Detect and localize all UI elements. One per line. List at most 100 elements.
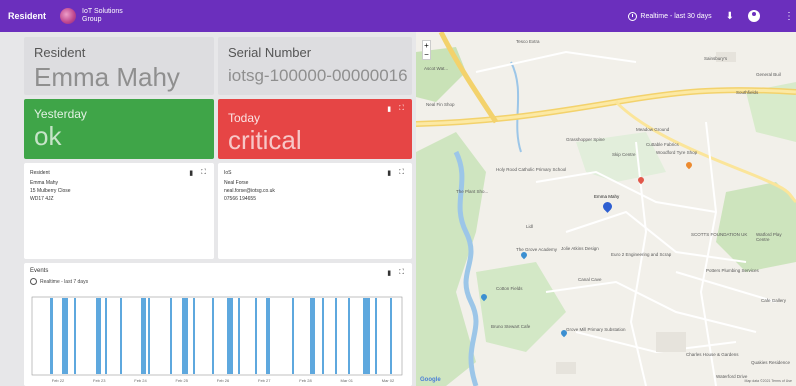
event-band bbox=[193, 298, 195, 374]
zoom-out-button[interactable]: − bbox=[423, 50, 430, 59]
resident-name: Emma Mahy bbox=[34, 62, 180, 92]
app-header: Resident IoT Solutions Group Realtime - … bbox=[0, 0, 796, 32]
event-band bbox=[363, 298, 370, 374]
brand-line2: Group bbox=[82, 16, 102, 23]
x-tick-label: Mar 01 bbox=[341, 378, 354, 383]
resident-card: Resident Emma Mahy bbox=[24, 37, 214, 95]
more-vert-icon[interactable]: ⋮ bbox=[784, 11, 794, 22]
x-tick-label: Feb 25 bbox=[176, 378, 189, 383]
resident-label: Resident bbox=[34, 45, 86, 60]
fullscreen-icon[interactable]: ⛶ bbox=[399, 269, 404, 277]
map-view[interactable]: + − Ascot Wat... Tesco Extra Neal Fin Sh… bbox=[416, 32, 796, 386]
event-band bbox=[120, 298, 122, 374]
clock-icon bbox=[628, 11, 638, 21]
map-label: Woodford Tyre Shop bbox=[656, 150, 698, 155]
events-chart: Feb 22 Feb 23 Feb 24 Feb 25 Feb 26 Feb 27 Feb … bbox=[31, 296, 403, 383]
timerange-label: Realtime - last 30 days bbox=[640, 12, 712, 20]
map-label: Grasshopper Spine bbox=[566, 137, 605, 142]
map-label: Cafe Gallery bbox=[761, 298, 787, 303]
event-band bbox=[348, 298, 350, 374]
map-label: Cuttable Fabrics bbox=[646, 142, 679, 147]
x-tick-label: Feb 23 bbox=[93, 378, 106, 383]
map-label: Grove Mill Primary Substation bbox=[566, 327, 626, 332]
fullscreen-icon[interactable]: ⛶ bbox=[399, 169, 404, 177]
brand-line1: IoT Solutions bbox=[82, 8, 123, 15]
map-label: Charles House & Gardens bbox=[686, 352, 739, 357]
serial-number: iotsg-100000-00000016 bbox=[228, 66, 408, 85]
event-band bbox=[310, 298, 315, 374]
event-band bbox=[255, 298, 257, 374]
map-label: Potters Plumbing Services bbox=[706, 268, 759, 273]
resident-details-title: Resident bbox=[30, 170, 50, 176]
timerange-selector[interactable]: Realtime - last 30 days bbox=[628, 11, 712, 21]
export-icon[interactable]: ▮ bbox=[387, 169, 391, 177]
brand-logo[interactable]: IoT Solutions Group bbox=[60, 8, 123, 24]
event-band bbox=[105, 298, 107, 374]
x-tick-label: Mar 02 bbox=[382, 378, 395, 383]
map-label: Sainsbury's bbox=[704, 56, 728, 61]
x-tick-label: Feb 22 bbox=[52, 378, 65, 383]
today-status: critical bbox=[228, 125, 302, 155]
yesterday-label: Yesterday bbox=[34, 107, 87, 121]
event-band bbox=[50, 298, 53, 374]
yesterday-card: Yesterday ok bbox=[24, 99, 214, 159]
map-label: The Plant Sho... bbox=[456, 189, 489, 194]
map-label: Euro 2 Engineering and Scrap bbox=[611, 252, 672, 257]
events-card: ▮ ⛶ Events Realtime - last 7 days Feb 22… bbox=[24, 263, 412, 386]
logo-icon bbox=[60, 8, 77, 24]
map-label: Ascot Wat... bbox=[424, 66, 449, 71]
resident-detail-line: Emma Mahy bbox=[30, 180, 59, 186]
map-label: Meadow Ground bbox=[636, 127, 670, 132]
serial-card: Serial Number iotsg-100000-00000016 bbox=[218, 37, 412, 95]
events-timerange[interactable]: Realtime - last 7 days bbox=[30, 278, 406, 285]
contact-email[interactable]: neal.forse@iotsg.co.uk bbox=[224, 187, 406, 195]
resident-details-card: ▮ ⛶ Resident Emma Mahy 15 Mulberry Close… bbox=[24, 163, 214, 259]
map-label: General Buil bbox=[756, 72, 781, 77]
export-icon[interactable]: ▮ bbox=[387, 269, 391, 277]
x-tick-label: Feb 26 bbox=[217, 378, 230, 383]
account-icon[interactable] bbox=[748, 10, 760, 22]
map-label: Waterford Drive bbox=[716, 374, 748, 379]
today-label: Today bbox=[228, 111, 261, 125]
contact-phone: 07566 194655 bbox=[224, 196, 256, 202]
zoom-in-button[interactable]: + bbox=[423, 41, 430, 50]
map-label: Neal Fin Shop bbox=[426, 102, 455, 107]
event-band bbox=[292, 298, 294, 374]
map-zoom-control: + − bbox=[422, 40, 431, 60]
events-title: Events bbox=[30, 268, 49, 274]
map-label: Southfields bbox=[736, 90, 759, 95]
event-band bbox=[322, 298, 324, 374]
event-band bbox=[375, 298, 377, 374]
event-band bbox=[182, 298, 188, 374]
event-band bbox=[212, 298, 214, 374]
map-label: Canal Cave bbox=[578, 277, 602, 282]
event-band bbox=[335, 298, 337, 374]
map-terms[interactable]: Map data ©2021 Terms of Use bbox=[745, 379, 792, 383]
x-tick-label: Feb 27 bbox=[258, 378, 271, 383]
resident-detail-line: 15 Mulberry Close bbox=[30, 188, 71, 194]
event-band bbox=[141, 298, 146, 374]
page-title: Resident bbox=[8, 11, 47, 21]
clock-icon bbox=[30, 278, 37, 285]
map-label: Tesco Extra bbox=[516, 39, 540, 44]
map-label: SCOTTS FOUNDATION UK bbox=[691, 232, 748, 237]
export-icon[interactable]: ▮ bbox=[189, 169, 193, 177]
fullscreen-icon[interactable]: ⛶ bbox=[201, 169, 206, 177]
contact-details-title: IoS bbox=[224, 170, 232, 176]
event-band bbox=[227, 298, 233, 374]
download-icon[interactable]: ⬇ bbox=[726, 11, 734, 22]
map-label: Emma Mahy bbox=[594, 194, 620, 199]
map-label: Quakies Residence bbox=[751, 360, 791, 365]
event-band bbox=[170, 298, 172, 374]
contact-details-card: ▮ ⛶ IoS Neal Forse neal.forse@iotsg.co.u… bbox=[218, 163, 412, 259]
map-label: Cotton Fields bbox=[496, 286, 523, 291]
serial-label: Serial Number bbox=[228, 45, 312, 60]
map-label: Jolie Atkins Design bbox=[561, 246, 599, 251]
event-band bbox=[148, 298, 150, 374]
event-band bbox=[96, 298, 101, 374]
yesterday-status: ok bbox=[34, 121, 62, 151]
map-label: Bruno Stewart Cafe bbox=[491, 324, 531, 329]
map-label: Watford Play Centre bbox=[756, 232, 782, 242]
map-label: Skip Centre bbox=[612, 152, 636, 157]
google-logo: Google bbox=[420, 377, 441, 383]
